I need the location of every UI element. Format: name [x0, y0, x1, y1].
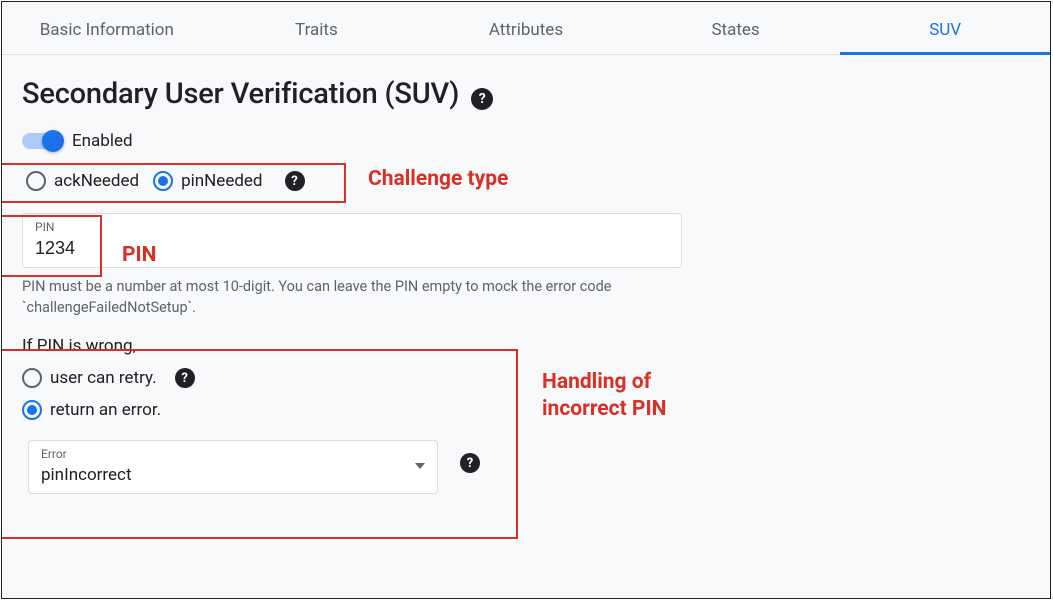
annotation-label-challenge-type: Challenge type — [368, 167, 508, 191]
radio-label: user can retry. — [50, 368, 157, 388]
radio-label: return an error. — [50, 400, 161, 420]
radio-icon — [153, 171, 173, 191]
tab-label: Basic Information — [40, 20, 174, 40]
radio-ack-needed[interactable]: ackNeeded — [26, 171, 139, 191]
tab-attributes[interactable]: Attributes — [421, 2, 631, 54]
pin-field[interactable]: PIN — [22, 213, 682, 268]
page-title: Secondary User Verification (SUV) — [22, 77, 459, 111]
tab-traits[interactable]: Traits — [212, 2, 422, 54]
help-icon[interactable]: ? — [460, 453, 480, 473]
radio-user-can-retry[interactable]: user can retry. ? — [22, 368, 1030, 388]
enabled-toggle[interactable] — [22, 133, 62, 149]
tab-label: Attributes — [489, 20, 563, 40]
radio-pin-needed[interactable]: pinNeeded — [153, 171, 262, 191]
radio-label: ackNeeded — [54, 171, 139, 191]
content-area: Secondary User Verification (SUV) ? Enab… — [2, 55, 1050, 516]
radio-icon — [22, 368, 42, 388]
challenge-type-radios: ackNeeded pinNeeded ? — [22, 165, 313, 197]
app-frame: Basic Information Traits Attributes Stat… — [1, 1, 1051, 599]
radio-icon — [26, 171, 46, 191]
tab-suv[interactable]: SUV — [840, 2, 1050, 54]
radio-icon — [22, 400, 42, 420]
tab-label: SUV — [929, 20, 961, 40]
tab-states[interactable]: States — [631, 2, 841, 54]
error-select[interactable]: Error pinIncorrect — [28, 440, 438, 494]
error-field-value: pinIncorrect — [41, 465, 415, 485]
enabled-label: Enabled — [72, 131, 133, 151]
chevron-down-icon — [415, 463, 425, 469]
tabs-bar: Basic Information Traits Attributes Stat… — [2, 2, 1050, 55]
tab-label: Traits — [295, 20, 338, 40]
tab-basic-information[interactable]: Basic Information — [2, 2, 212, 54]
error-field-label: Error — [41, 447, 415, 461]
pin-input[interactable] — [35, 238, 669, 259]
radio-return-an-error[interactable]: return an error. — [22, 400, 1030, 420]
pin-helper-text: PIN must be a number at most 10-digit. Y… — [22, 276, 682, 318]
radio-label: pinNeeded — [181, 171, 262, 191]
help-icon[interactable]: ? — [285, 171, 305, 191]
wrong-pin-prompt: If PIN is wrong, — [22, 336, 1030, 356]
help-icon[interactable]: ? — [471, 88, 493, 110]
help-icon[interactable]: ? — [175, 368, 195, 388]
wrong-pin-radios: user can retry. ? return an error. — [22, 368, 1030, 420]
error-select-row: Error pinIncorrect ? — [22, 432, 1030, 494]
wrong-pin-section: If PIN is wrong, user can retry. ? retur… — [22, 336, 1030, 494]
pin-field-label: PIN — [35, 220, 669, 234]
tab-label: States — [711, 20, 759, 40]
enabled-toggle-row: Enabled — [22, 131, 1030, 151]
